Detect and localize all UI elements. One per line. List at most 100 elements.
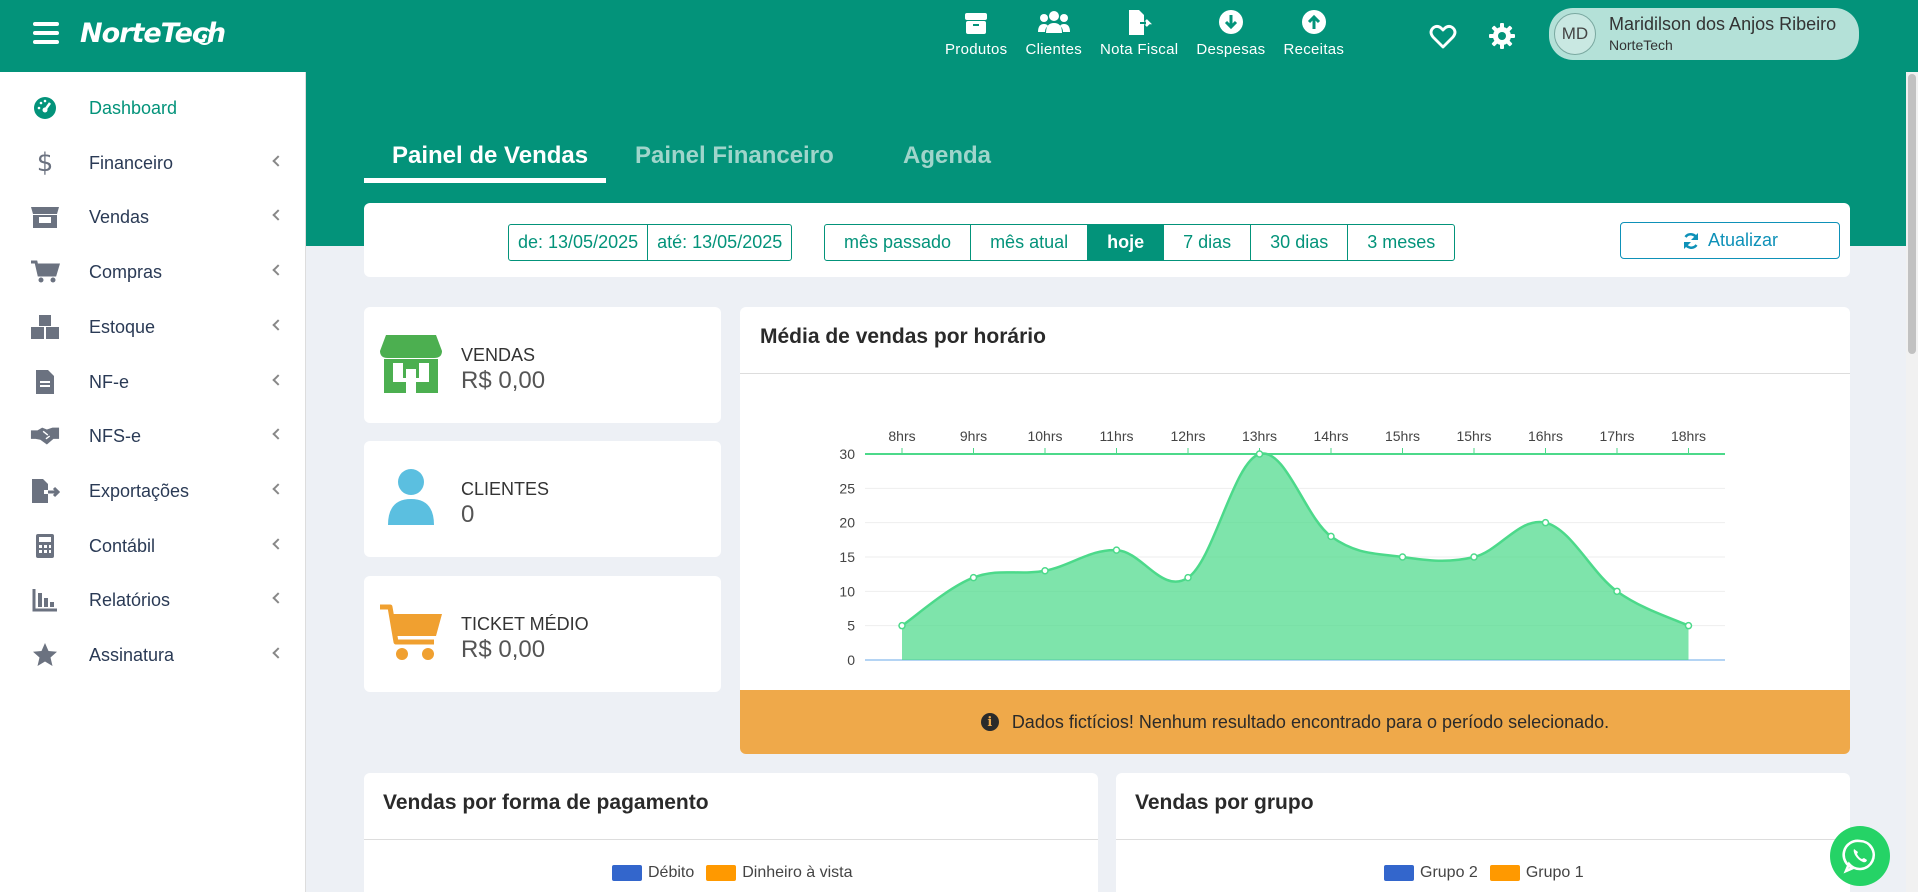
date-from-button[interactable]: de: 13/05/2025 — [509, 225, 647, 260]
x-tick-label: 8hrs — [888, 428, 915, 444]
y-tick-label: 10 — [839, 583, 855, 599]
card-title: Vendas por forma de pagamento — [383, 791, 709, 814]
stat-card-vendas: VENDAS R$ 0,00 — [364, 307, 721, 423]
legend-swatch — [1489, 865, 1520, 881]
chevron-left-icon — [272, 209, 284, 221]
period-3-meses[interactable]: 3 meses — [1347, 225, 1454, 260]
x-tick-label: 16hrs — [1528, 428, 1563, 444]
menu-toggle-icon[interactable] — [33, 22, 59, 44]
sidebar-item-relatorios[interactable]: Relatórios — [0, 575, 306, 625]
handshake-icon — [30, 423, 60, 449]
page-scrollbar[interactable] — [1906, 72, 1918, 892]
legend-item[interactable]: Grupo 2 — [1384, 864, 1478, 882]
nav-receitas-label: Receitas — [1283, 41, 1345, 58]
refresh-label: Atualizar — [1707, 230, 1779, 250]
sidebar-item-nfse[interactable]: NFS-e — [0, 411, 306, 461]
fictional-data-warning: i Dados fictícios! Nenhum resultado enco… — [740, 690, 1850, 754]
sidebar-item-label: Exportações — [89, 481, 190, 501]
nav-produtos-button[interactable]: Produtos — [945, 8, 1007, 58]
data-point — [1398, 553, 1407, 561]
chevron-left-icon — [272, 483, 284, 495]
y-tick-label: 30 — [839, 446, 855, 462]
data-point — [969, 573, 978, 582]
scrollbar-thumb[interactable] — [1908, 74, 1916, 354]
nav-clientes-button[interactable]: Clientes — [1025, 8, 1082, 58]
x-tick-label: 17hrs — [1599, 428, 1634, 444]
chart-legend: Débito Dinheiro à vista — [612, 864, 865, 882]
chevron-left-icon — [272, 374, 284, 386]
sidebar-item-financeiro[interactable]: $ Financeiro — [0, 138, 306, 188]
legend-item[interactable]: Dinheiro à vista — [706, 864, 853, 882]
legend-item[interactable]: Grupo 1 — [1489, 864, 1584, 882]
y-tick-label: 5 — [847, 618, 855, 634]
top-bar: NorteTech Produtos Clientes Nota Fiscal … — [0, 0, 1918, 72]
nav-nota-fiscal-button[interactable]: Nota Fiscal — [1100, 8, 1178, 58]
sidebar-item-compras[interactable]: Compras — [0, 247, 306, 297]
divider — [364, 839, 1098, 840]
y-tick-label: 15 — [839, 549, 855, 565]
nav-despesas-label: Despesas — [1196, 41, 1266, 58]
arrow-circle-up-icon — [1301, 10, 1326, 34]
date-range: de: 13/05/2025 até: 13/05/2025 — [508, 224, 793, 261]
sidebar-item-nfe[interactable]: NF-e — [0, 357, 306, 407]
gear-icon[interactable] — [1488, 22, 1516, 50]
stat-card-ticket-medio: TICKET MÉDIO R$ 0,00 — [364, 576, 721, 692]
data-point — [1184, 573, 1192, 582]
date-to-button[interactable]: até: 13/05/2025 — [647, 225, 791, 260]
refresh-icon — [1683, 232, 1699, 249]
x-tick-label: 14hrs — [1313, 428, 1348, 444]
sidebar-item-label: NF-e — [89, 372, 129, 392]
whatsapp-button[interactable] — [1830, 826, 1890, 886]
sidebar: Dashboard $ Financeiro Vendas Compras Es… — [0, 72, 306, 892]
file-export-icon — [1129, 10, 1153, 35]
chart-card-sales-by-hour: Média de vendas por horário 0 5 10 15 20 25 30… — [740, 307, 1850, 754]
sidebar-item-contabil[interactable]: Contábil — [0, 521, 306, 571]
stat-value: 0 — [461, 501, 475, 528]
nav-receitas-button[interactable]: Receitas — [1283, 8, 1344, 58]
warning-text: Dados fictícios! Nenhum resultado encont… — [1011, 711, 1610, 732]
period-7-dias[interactable]: 7 dias — [1163, 225, 1250, 260]
sidebar-item-vendas[interactable]: Vendas — [0, 192, 306, 242]
period-hoje[interactable]: hoje — [1087, 225, 1164, 260]
refresh-button[interactable]: Atualizar — [1620, 222, 1840, 259]
nav-despesas-button[interactable]: Despesas — [1196, 8, 1265, 58]
nav-clientes-label: Clientes — [1025, 41, 1083, 58]
x-tick-label: 12hrs — [1170, 428, 1205, 444]
file-export-icon — [30, 478, 60, 504]
sidebar-item-exportacoes[interactable]: Exportações — [0, 466, 306, 516]
legend-item[interactable]: Débito — [612, 864, 694, 882]
data-point — [1470, 553, 1478, 561]
period-30-dias[interactable]: 30 dias — [1250, 225, 1347, 260]
file-icon — [30, 369, 60, 395]
store-icon — [380, 335, 442, 393]
stat-value: R$ 0,00 — [461, 367, 546, 394]
heart-icon[interactable] — [1429, 24, 1457, 50]
x-tick-label: 13hrs — [1242, 428, 1277, 444]
sidebar-item-dashboard[interactable]: Dashboard — [0, 83, 306, 133]
chevron-left-icon — [272, 264, 284, 276]
arrow-circle-down-icon — [1218, 10, 1243, 34]
info-icon: i — [980, 713, 999, 731]
tab-agenda[interactable]: Agenda — [903, 142, 991, 170]
sidebar-item-assinatura[interactable]: Assinatura — [0, 630, 306, 680]
tab-painel-financeiro[interactable]: Painel Financeiro — [635, 142, 834, 170]
data-point — [1541, 518, 1550, 527]
filter-card: de: 13/05/2025 até: 13/05/2025 mês passa… — [364, 203, 1850, 277]
sidebar-item-label: Contábil — [89, 536, 156, 556]
cart-icon — [380, 604, 442, 660]
user-menu[interactable]: MD Maridilson dos Anjos Ribeiro NorteTec… — [1549, 8, 1859, 60]
sidebar-item-label: Relatórios — [89, 590, 171, 610]
x-tick-label: 9hrs — [960, 428, 987, 444]
legend-swatch — [1384, 865, 1414, 881]
sidebar-item-label: Assinatura — [89, 645, 175, 665]
active-tab-indicator — [364, 178, 606, 183]
store-icon — [30, 204, 60, 230]
legend-swatch — [612, 865, 642, 881]
top-nav: Produtos Clientes Nota Fiscal Despesas R… — [945, 8, 1362, 58]
sidebar-item-label: Vendas — [89, 207, 150, 227]
card-payment-method: Vendas por forma de pagamento Débito Din… — [364, 773, 1098, 892]
tab-painel-de-vendas[interactable]: Painel de Vendas — [392, 142, 588, 170]
period-mes-atual[interactable]: mês atual — [970, 225, 1087, 260]
period-mes-passado[interactable]: mês passado — [825, 225, 970, 260]
sidebar-item-estoque[interactable]: Estoque — [0, 302, 306, 352]
